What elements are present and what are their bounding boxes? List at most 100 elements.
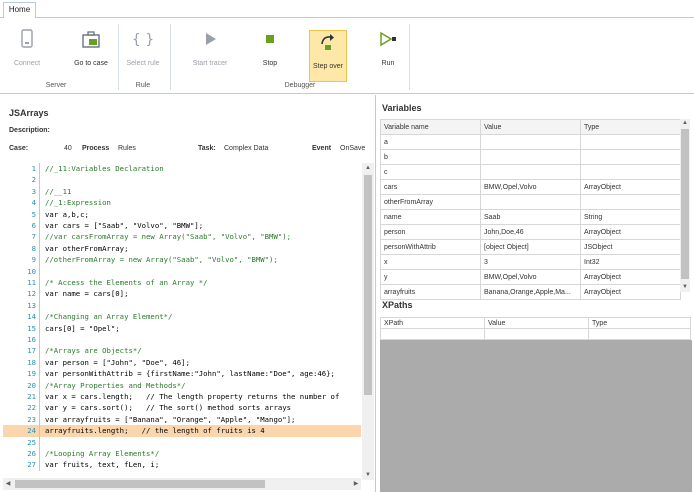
code-editor[interactable]: 1 //_11:Variables Declaration 2 3 //__11 4 //_… bbox=[3, 163, 361, 480]
code-line[interactable]: 1 //_11:Variables Declaration bbox=[3, 163, 361, 175]
fold-gutter bbox=[39, 413, 40, 426]
code-line[interactable]: 26 /*Looping Array Elements*/ bbox=[3, 448, 361, 460]
variable-name-cell: y bbox=[380, 269, 481, 285]
fold-gutter bbox=[39, 322, 40, 334]
code-text: var cars = ["Saab", "Volvo", "BMW"]; bbox=[45, 221, 204, 230]
hscroll-thumb[interactable] bbox=[15, 480, 265, 488]
table-row[interactable]: c bbox=[380, 164, 681, 180]
table-row[interactable] bbox=[380, 328, 691, 340]
code-line[interactable]: 6 var cars = ["Saab", "Volvo", "BMW"]; bbox=[3, 220, 361, 232]
variable-type-cell bbox=[580, 194, 681, 210]
line-number: 4 bbox=[31, 198, 36, 208]
fold-gutter bbox=[39, 345, 40, 357]
scroll-down-arrow-icon[interactable]: ▼ bbox=[362, 470, 374, 480]
table-row[interactable]: x 3 Int32 bbox=[380, 254, 681, 270]
scroll-up-arrow-icon[interactable]: ▲ bbox=[362, 163, 374, 173]
run-button[interactable]: Run bbox=[372, 28, 404, 78]
step-over-icon bbox=[317, 31, 339, 53]
table-row[interactable]: person John,Doe,46 ArrayObject bbox=[380, 224, 681, 240]
code-line[interactable]: 19 var personWithAttrib = {firstName:"Joh… bbox=[3, 368, 361, 380]
scroll-thumb[interactable] bbox=[364, 175, 372, 395]
code-line[interactable]: 22 var y = cars.sort(); // The sort() met… bbox=[3, 402, 361, 414]
scroll-right-arrow-icon[interactable]: ▶ bbox=[351, 479, 361, 489]
scroll-down-arrow-icon[interactable]: ▼ bbox=[680, 283, 690, 292]
variable-type-cell: ArrayObject bbox=[580, 284, 681, 300]
line-number: 14 bbox=[27, 312, 36, 322]
code-line[interactable]: 12 var name = cars[0]; bbox=[3, 288, 361, 300]
code-line[interactable]: 8 var otherFromArray; bbox=[3, 242, 361, 255]
select-rule-label: Select rule bbox=[126, 60, 160, 67]
goto-case-button[interactable]: Go to case bbox=[70, 28, 112, 78]
code-text: var name = cars[0]; bbox=[45, 289, 129, 299]
code-line[interactable]: 7 //var carsFromArray = new Array("Saab",… bbox=[3, 231, 361, 243]
variables-scrollbar[interactable]: ▲ ▼ bbox=[680, 119, 690, 292]
code-line[interactable]: 9 //otherFromArray = new Array("Saab", "V… bbox=[3, 254, 361, 266]
code-line[interactable]: 27 var fruits, text, fLen, i; bbox=[3, 459, 361, 471]
code-line[interactable]: 21 var x = cars.length; // The length pro… bbox=[3, 391, 361, 403]
code-line[interactable]: 18 var person = ["John", "Doe", 46]; bbox=[3, 356, 361, 369]
table-row[interactable]: a bbox=[380, 134, 681, 150]
task-label: Task: bbox=[198, 145, 216, 152]
connect-button[interactable]: Connect bbox=[8, 28, 46, 78]
variable-type-cell bbox=[580, 134, 681, 150]
group-label-debugger: Debugger bbox=[284, 82, 316, 89]
code-line[interactable]: 16 bbox=[3, 334, 361, 346]
fold-gutter bbox=[39, 242, 40, 255]
line-number: 15 bbox=[27, 323, 36, 333]
code-vertical-scrollbar[interactable]: ▲ ▼ bbox=[362, 163, 374, 480]
stop-button[interactable]: Stop bbox=[254, 28, 286, 78]
table-row[interactable]: cars BMW,Opel,Volvo ArrayObject bbox=[380, 179, 681, 195]
code-line[interactable]: 20 /*Array Properties and Methods*/ bbox=[3, 379, 361, 391]
process-value: Rules bbox=[118, 145, 136, 152]
table-row[interactable]: b bbox=[380, 149, 681, 165]
line-number: 17 bbox=[27, 346, 36, 356]
line-number: 22 bbox=[27, 403, 36, 413]
case-label: Case: bbox=[9, 145, 29, 152]
column-header-xpath[interactable]: XPath bbox=[380, 317, 485, 329]
code-line[interactable]: 5 var a,b,c; bbox=[3, 208, 361, 220]
table-row[interactable]: y BMW,Opel,Volvo ArrayObject bbox=[380, 269, 681, 285]
code-line[interactable]: 2 bbox=[3, 174, 361, 186]
code-line[interactable]: 23 var arrayfruits = ["Banana", "Orange",… bbox=[3, 413, 361, 426]
case-folder-icon bbox=[80, 28, 102, 50]
variable-name-cell: c bbox=[380, 164, 481, 180]
variable-type-cell bbox=[580, 164, 681, 180]
variable-type-cell: String bbox=[580, 209, 681, 225]
code-line[interactable]: 13 bbox=[3, 299, 361, 312]
table-row[interactable]: arrayfruits Banana,Orange,Apple,Ma... Arra… bbox=[380, 284, 681, 300]
start-tracer-button[interactable]: Start tracer bbox=[188, 28, 232, 78]
code-line[interactable]: 15 cars[0] = "Opel"; bbox=[3, 322, 361, 334]
column-header-value[interactable]: Value bbox=[484, 317, 589, 329]
event-value: OnSave bbox=[340, 145, 366, 152]
column-header-type[interactable]: Type bbox=[588, 317, 691, 329]
code-line[interactable]: 14 /*Changing an Array Element*/ bbox=[3, 311, 361, 323]
table-row[interactable]: otherFromArray bbox=[380, 194, 681, 210]
phone-icon bbox=[16, 28, 38, 50]
scroll-thumb[interactable] bbox=[681, 129, 689, 279]
column-header-type[interactable]: Type bbox=[580, 119, 681, 135]
run-label: Run bbox=[381, 60, 395, 67]
column-header-value[interactable]: Value bbox=[480, 119, 581, 135]
line-number: 24 bbox=[27, 426, 36, 436]
code-line[interactable]: 3 //__11 bbox=[3, 185, 361, 198]
code-line[interactable]: 25 bbox=[3, 436, 361, 448]
code-horizontal-scrollbar[interactable]: ◀ ▶ bbox=[3, 478, 361, 490]
scroll-left-arrow-icon[interactable]: ◀ bbox=[3, 479, 13, 489]
code-line[interactable]: 11 /* Access the Elements of an Array */ bbox=[3, 277, 361, 289]
code-line[interactable]: 17 /*Arrays are Objects*/ bbox=[3, 345, 361, 357]
select-rule-button[interactable]: { } Select rule bbox=[122, 28, 164, 78]
scroll-up-arrow-icon[interactable]: ▲ bbox=[680, 119, 690, 128]
inspector-pane: Variables Variable name Value Type a b c ca… bbox=[378, 95, 694, 492]
step-over-button[interactable]: Step over bbox=[309, 30, 347, 82]
code-line[interactable]: 4 //_1:Expression bbox=[3, 197, 361, 209]
table-row[interactable]: name Saab String bbox=[380, 209, 681, 225]
code-line[interactable]: 24 arrayfruits.length; // the length of f… bbox=[3, 425, 361, 437]
table-row[interactable]: personWithAttrib [object Object] JSObject bbox=[380, 239, 681, 255]
variable-type-cell: ArrayObject bbox=[580, 224, 681, 240]
line-number: 5 bbox=[31, 209, 36, 219]
tab-home[interactable]: Home bbox=[3, 2, 36, 19]
column-header-variable-name[interactable]: Variable name bbox=[380, 119, 481, 135]
code-line[interactable]: 10 bbox=[3, 265, 361, 277]
goto-case-label: Go to case bbox=[74, 60, 108, 67]
run-icon bbox=[377, 28, 399, 50]
